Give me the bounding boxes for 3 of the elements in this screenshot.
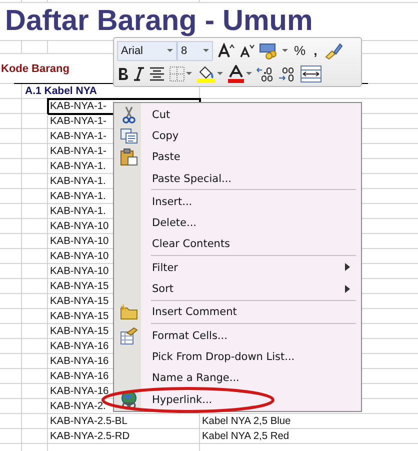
table-cell: Kabel NYA 2,5 Blue	[200, 414, 418, 429]
table-cell: Kabel NYA 2,5 Red	[200, 429, 418, 444]
sheet-title: Daftar Barang - Umum	[4, 5, 313, 38]
